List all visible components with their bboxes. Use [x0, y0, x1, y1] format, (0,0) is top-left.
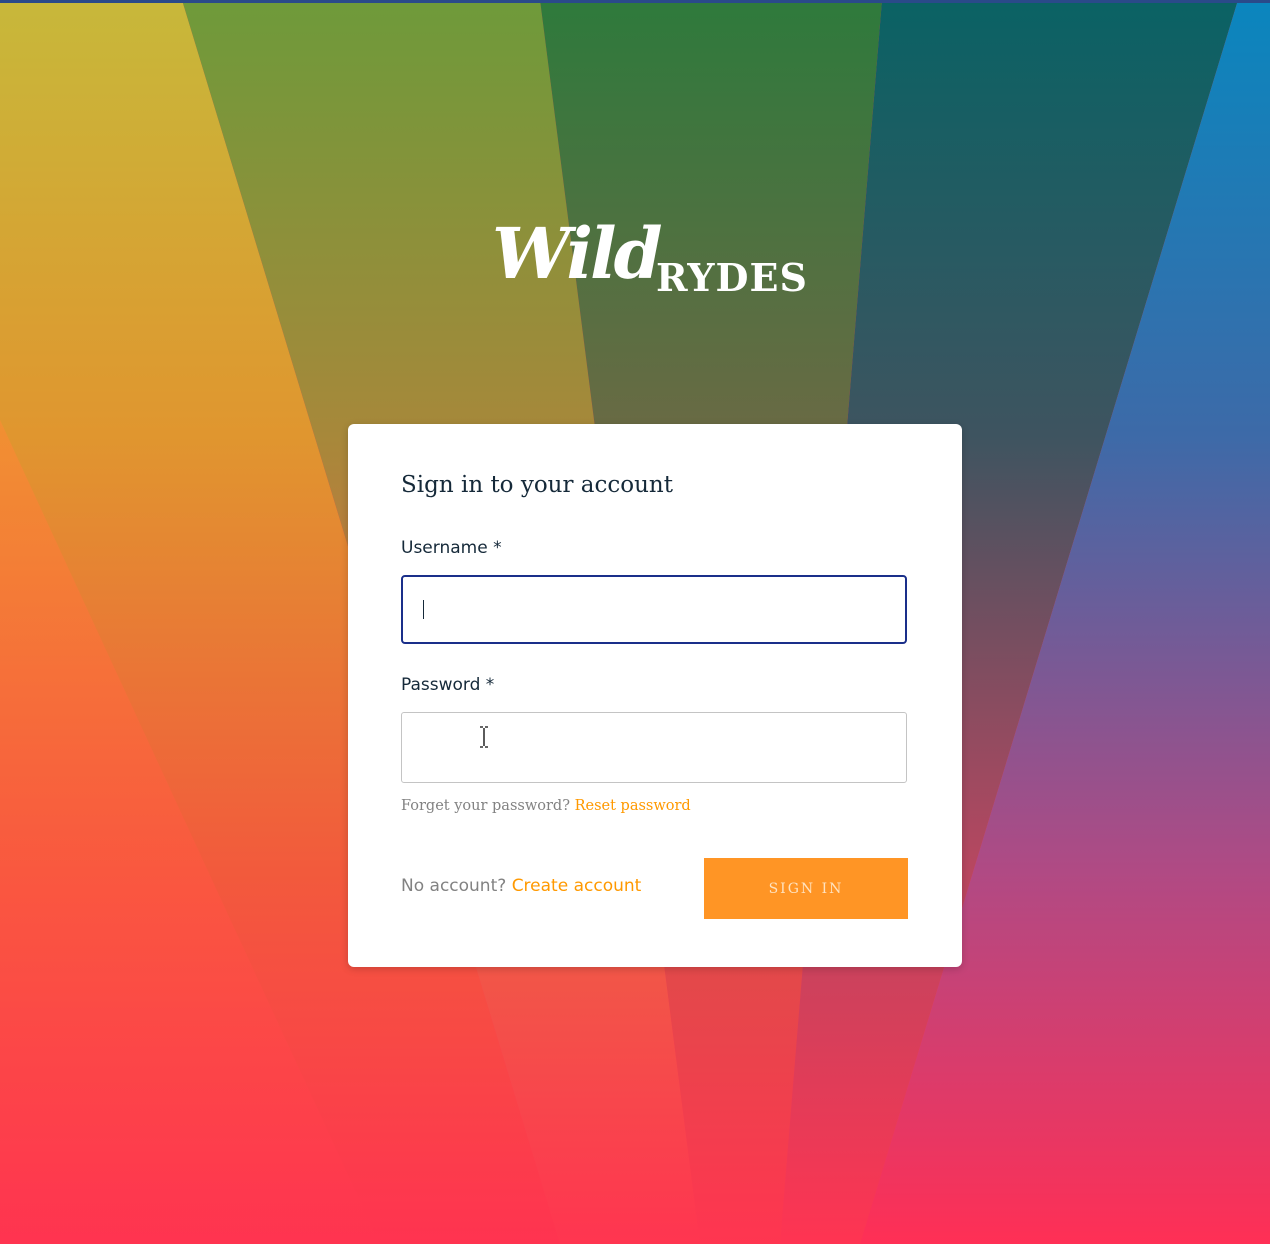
logo-script-text: Wild [492, 212, 663, 295]
create-account-link[interactable]: Create account [512, 876, 642, 896]
sign-in-button[interactable]: SIGN IN [704, 858, 908, 919]
username-label: Username * [401, 538, 502, 558]
wild-rydes-logo: Wild RYDES [490, 212, 830, 304]
page-title: Sign in to your account [401, 472, 673, 498]
text-cursor-icon [480, 726, 488, 748]
password-label: Password * [401, 675, 495, 695]
logo-caps-text: RYDES [656, 255, 808, 300]
reset-password-link[interactable]: Reset password [575, 798, 691, 814]
text-caret [423, 600, 424, 619]
no-account-text: No account? [401, 876, 507, 896]
window-top-strip [0, 0, 1270, 3]
forgot-password-text: Forget your password? [401, 798, 570, 814]
no-account-row: No account? Create account [401, 876, 641, 896]
signin-card: Sign in to your account Username * Passw… [348, 424, 962, 967]
password-input[interactable] [401, 712, 907, 783]
forgot-password-row: Forget your password? Reset password [401, 798, 691, 814]
username-input[interactable] [401, 575, 907, 644]
